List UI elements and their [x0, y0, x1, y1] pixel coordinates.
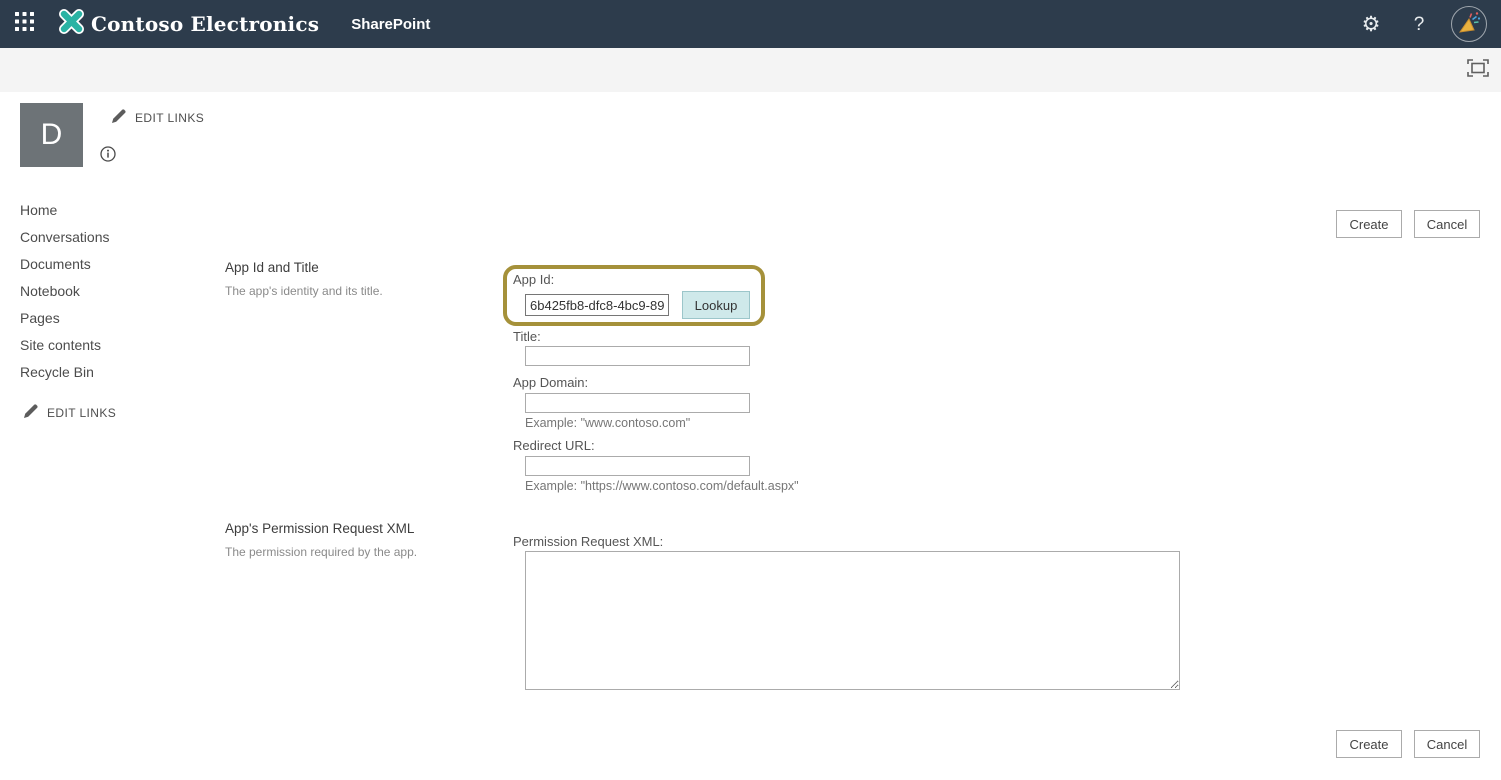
nav-link-site-contents[interactable]: Site contents: [20, 337, 101, 353]
app-domain-input[interactable]: [525, 393, 750, 413]
settings-button[interactable]: ⚙: [1351, 0, 1391, 48]
app-id-input[interactable]: [525, 294, 669, 316]
title-label: Title:: [513, 329, 541, 344]
create-button-bottom[interactable]: Create: [1336, 730, 1402, 758]
redirect-url-label: Redirect URL:: [513, 438, 595, 453]
section-title-permission-xml: App's Permission Request XML: [225, 521, 414, 536]
question-mark-icon: ?: [1414, 15, 1425, 34]
nav-link-home[interactable]: Home: [20, 202, 57, 218]
party-popper-icon: [1457, 10, 1481, 39]
nav-item-documents: Documents: [20, 250, 200, 277]
title-input[interactable]: [525, 346, 750, 366]
nav-link-recycle-bin[interactable]: Recycle Bin: [20, 364, 94, 380]
help-button[interactable]: ?: [1399, 0, 1439, 48]
nav-item-site-contents: Site contents: [20, 331, 200, 358]
permission-xml-textarea[interactable]: [525, 551, 1180, 690]
lookup-button[interactable]: Lookup: [682, 291, 750, 319]
section-title-app-id: App Id and Title: [225, 260, 319, 275]
nav-item-recycle-bin: Recycle Bin: [20, 358, 200, 385]
nav-item-pages: Pages: [20, 304, 200, 331]
product-name: SharePoint: [351, 16, 430, 33]
edit-links-label: EDIT LINKS: [47, 406, 116, 420]
redirect-url-input[interactable]: [525, 456, 750, 476]
permission-xml-label: Permission Request XML:: [513, 534, 663, 549]
pencil-icon: [24, 404, 38, 421]
nav-link-conversations[interactable]: Conversations: [20, 229, 110, 245]
command-strip: [0, 48, 1501, 92]
waffle-icon: [15, 12, 34, 36]
pencil-icon: [112, 109, 126, 126]
focus-on-content-icon: [1467, 59, 1489, 82]
section-desc-app-id: The app's identity and its title.: [225, 284, 383, 298]
brand-home-link[interactable]: Contoso Electronics: [58, 8, 319, 40]
site-navigation: Home Conversations Documents Notebook Pa…: [20, 196, 200, 385]
suite-bar-actions: ⚙ ?: [1351, 0, 1501, 48]
nav-item-notebook: Notebook: [20, 277, 200, 304]
nav-item-home: Home: [20, 196, 200, 223]
edit-links-top[interactable]: EDIT LINKS: [112, 109, 204, 126]
site-tile-letter: D: [41, 118, 63, 152]
redirect-url-example: Example: "https://www.contoso.com/defaul…: [525, 479, 799, 493]
contoso-logo-icon: [58, 8, 85, 40]
info-button[interactable]: [100, 146, 116, 167]
app-launcher-button[interactable]: [0, 0, 48, 48]
account-avatar[interactable]: [1451, 6, 1487, 42]
edit-links-bottom[interactable]: EDIT LINKS: [24, 404, 116, 421]
app-domain-example: Example: "www.contoso.com": [525, 416, 690, 430]
nav-item-conversations: Conversations: [20, 223, 200, 250]
create-button-top[interactable]: Create: [1336, 210, 1402, 238]
app-id-label: App Id:: [513, 272, 554, 287]
cancel-button-bottom[interactable]: Cancel: [1414, 730, 1480, 758]
nav-link-documents[interactable]: Documents: [20, 256, 91, 272]
site-logo-tile[interactable]: D: [20, 103, 83, 167]
focus-on-content-button[interactable]: [1466, 60, 1490, 80]
edit-links-label: EDIT LINKS: [135, 111, 204, 125]
gear-icon: ⚙: [1362, 14, 1381, 35]
nav-link-pages[interactable]: Pages: [20, 310, 60, 326]
cancel-button-top[interactable]: Cancel: [1414, 210, 1480, 238]
nav-link-notebook[interactable]: Notebook: [20, 283, 80, 299]
brand-name: Contoso Electronics: [91, 12, 319, 36]
info-icon: [100, 149, 116, 166]
suite-bar: Contoso Electronics SharePoint ⚙ ?: [0, 0, 1501, 48]
app-domain-label: App Domain:: [513, 375, 588, 390]
section-desc-permission-xml: The permission required by the app.: [225, 545, 417, 559]
